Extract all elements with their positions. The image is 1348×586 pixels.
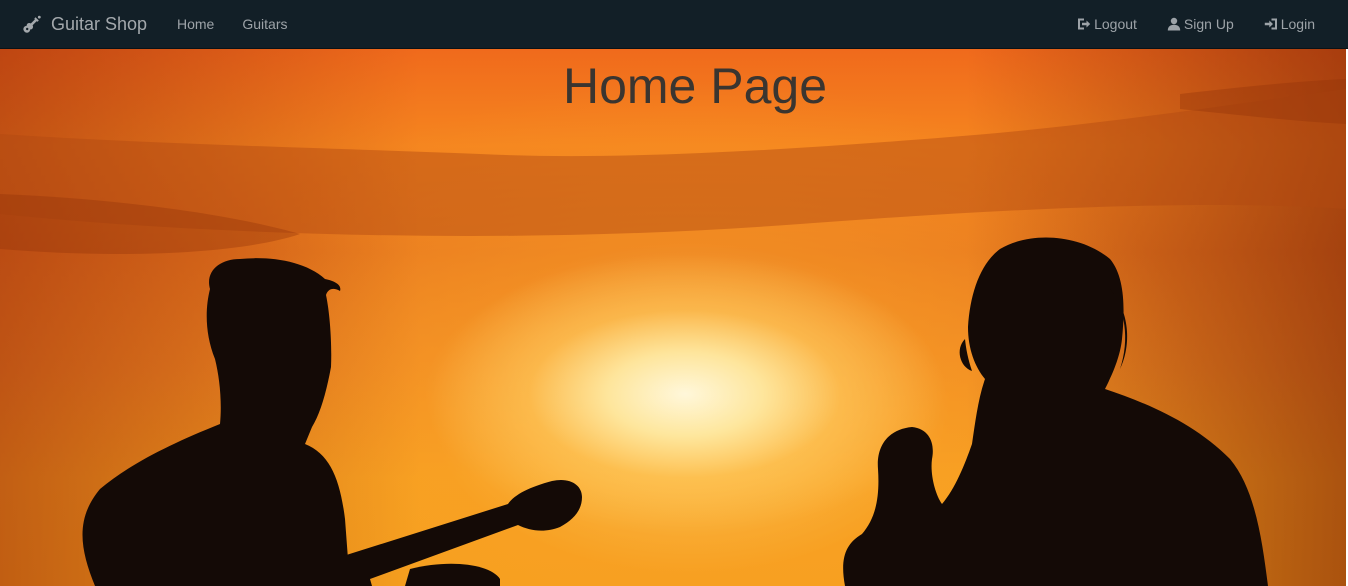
nav-home-link[interactable]: Home	[163, 0, 228, 48]
main-nav: Home Guitars	[163, 0, 301, 48]
guitarists-silhouette	[82, 237, 1268, 586]
guitar-icon	[23, 15, 41, 33]
login-icon	[1264, 18, 1277, 30]
login-label: Login	[1280, 16, 1315, 32]
brand-name: Guitar Shop	[51, 13, 148, 34]
logout-label: Logout	[1094, 16, 1137, 32]
signup-link[interactable]: Sign Up	[1152, 0, 1249, 48]
nav-guitars-link[interactable]: Guitars	[228, 0, 301, 48]
page-title: Home Page	[562, 58, 828, 114]
nav-home-label: Home	[177, 16, 215, 32]
logout-link[interactable]: Logout	[1062, 0, 1152, 48]
user-icon	[1167, 17, 1181, 31]
login-link[interactable]: Login	[1249, 0, 1330, 48]
right-person	[843, 237, 1268, 586]
signup-label: Sign Up	[1183, 16, 1234, 32]
logout-icon	[1078, 18, 1091, 30]
left-guitarist	[82, 258, 350, 586]
hero-banner: Home Page	[0, 49, 1346, 586]
brand-link[interactable]: Guitar Shop	[22, 0, 147, 48]
account-nav: Logout Sign Up Login	[1062, 0, 1330, 48]
top-navbar: Guitar Shop Home Guitars Logout Sign Up	[0, 0, 1348, 49]
nav-guitars-label: Guitars	[242, 16, 288, 32]
